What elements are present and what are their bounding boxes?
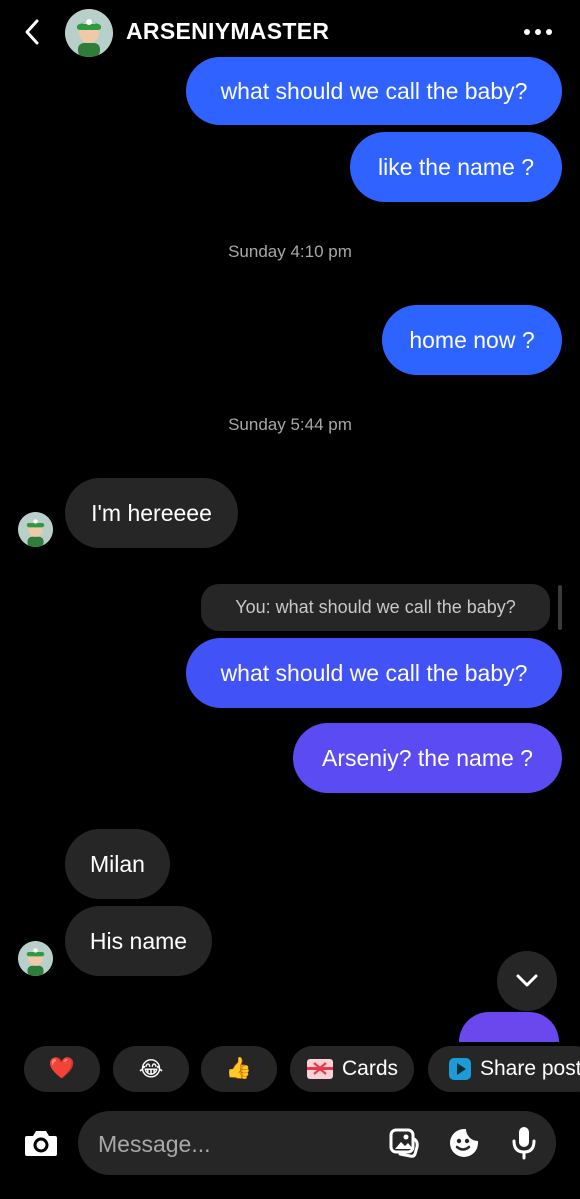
cards-label: Cards [341,1057,399,1080]
sender-avatar[interactable] [18,512,53,547]
quick-reaction-thumbs-up[interactable]: 👍 [201,1046,277,1092]
sticker-button[interactable] [446,1125,482,1161]
scroll-to-bottom-button[interactable] [497,951,557,1011]
thumbs-up-icon: 👍 [225,1057,253,1080]
message-outgoing[interactable]: Arseniy? the name ? [293,723,562,793]
avatar-image [18,941,53,976]
sender-avatar[interactable] [18,941,53,976]
message-incoming[interactable]: His name [65,906,212,976]
message-text: Arseniy? the name ? [322,744,533,771]
more-horizontal-icon [524,29,552,35]
laughing-face-icon: 😂 [138,1057,164,1081]
reply-quote[interactable]: You: what should we call the baby? [201,584,550,631]
avatar-image [65,9,113,57]
cards-button[interactable]: Cards [290,1046,414,1092]
back-button[interactable] [14,14,50,50]
gift-card-icon [306,1059,333,1079]
share-post-button[interactable]: Share post [428,1046,580,1092]
chevron-down-icon [516,974,538,987]
message-text: His name [89,927,188,954]
message-text: like the name ? [378,153,534,180]
conversation-title[interactable]: ARSENIYMASTER [126,18,329,45]
microphone-icon [512,1127,536,1160]
quick-reaction-laugh[interactable]: 😂 [113,1046,189,1092]
message-incoming[interactable]: Milan [65,829,170,899]
camera-icon [25,1131,57,1156]
voice-message-button[interactable] [506,1123,542,1163]
message-text: what should we call the baby? [220,659,528,686]
avatar-image [18,512,53,547]
timestamp: Sunday 5:44 pm [228,415,352,434]
message-text: home now ? [409,326,535,353]
sticker-icon [450,1129,478,1157]
message-outgoing[interactable]: like the name ? [350,132,562,202]
message-outgoing[interactable]: what should we call the baby? [186,57,562,125]
quote-indicator [558,585,562,630]
message-text: Milan [90,850,145,877]
quick-reaction-heart[interactable]: ❤️ [24,1046,100,1092]
message-text: I'm hereeee [91,499,212,526]
message-incoming[interactable]: I'm hereeee [65,478,238,548]
share-post-label: Share post [480,1057,580,1080]
chevron-left-icon [25,19,39,45]
quote-text: You: what should we call the baby? [235,597,516,617]
gallery-icon [389,1128,419,1158]
message-composer[interactable] [78,1111,556,1175]
more-options-button[interactable] [518,18,558,46]
camera-button[interactable] [19,1121,63,1165]
play-square-icon [449,1058,471,1080]
message-text: what should we call the baby? [220,77,528,104]
message-outgoing-partial[interactable] [459,1012,559,1042]
timestamp: Sunday 4:10 pm [228,242,352,261]
gallery-button[interactable] [386,1125,422,1161]
heart-icon: ❤️ [48,1057,76,1080]
message-outgoing[interactable]: what should we call the baby? [186,638,562,708]
message-input[interactable] [96,1125,380,1163]
avatar[interactable] [65,9,113,57]
message-outgoing[interactable]: home now ? [382,305,562,375]
